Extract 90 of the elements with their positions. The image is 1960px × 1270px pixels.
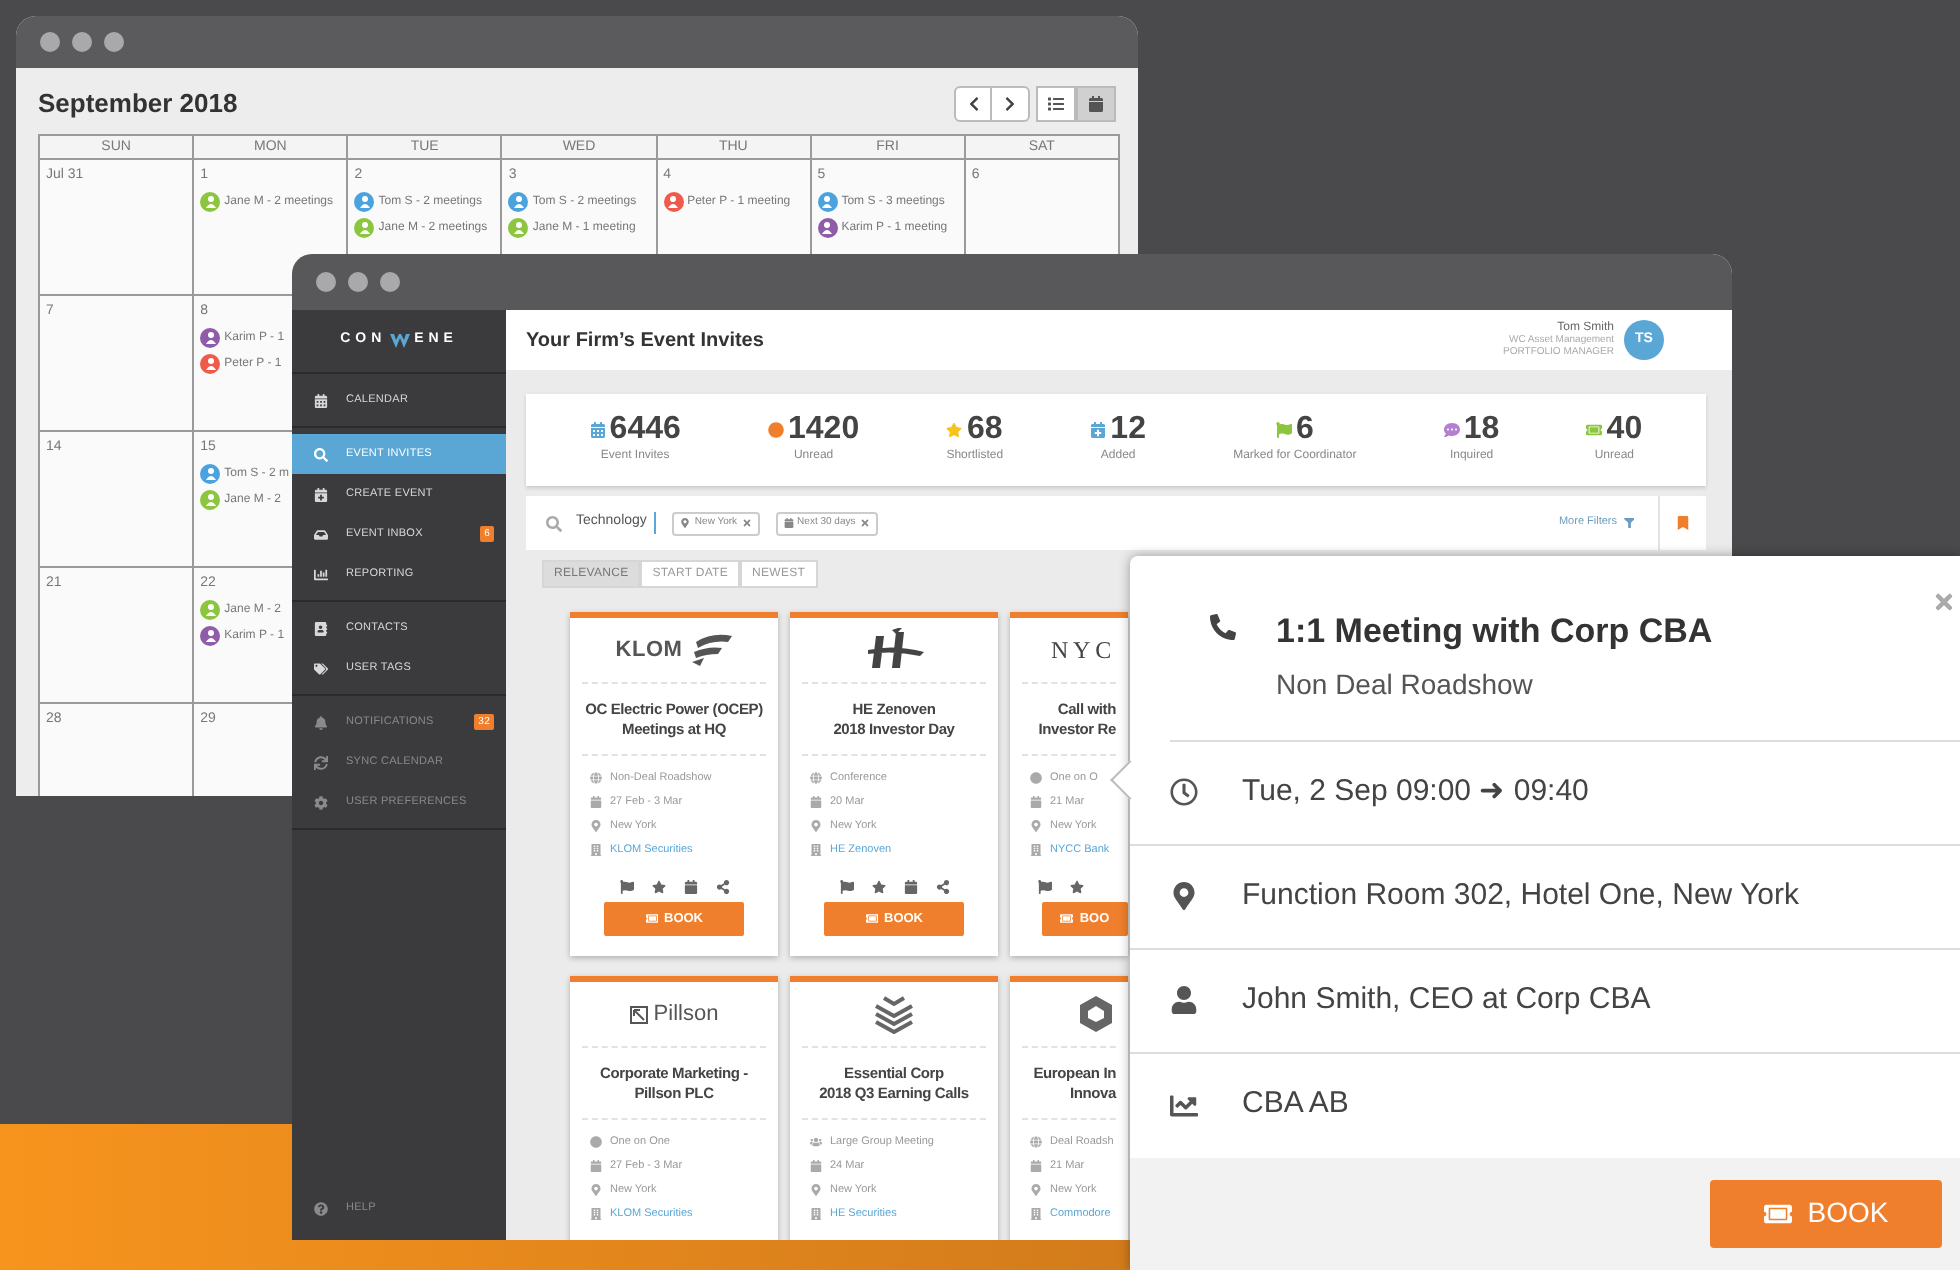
chevron-left-icon xyxy=(965,96,981,112)
list-icon xyxy=(1048,96,1064,112)
location-pin-icon xyxy=(810,1184,822,1196)
building-icon xyxy=(810,844,822,856)
person-icon xyxy=(1170,986,1198,1014)
ticket-icon xyxy=(865,912,878,926)
people-icon xyxy=(810,1136,822,1148)
company-logo: Pillson xyxy=(629,997,719,1031)
calendar-icon xyxy=(783,518,794,528)
building-icon xyxy=(1030,844,1042,856)
search-icon xyxy=(546,515,562,531)
location-pin-icon xyxy=(1030,820,1042,832)
stat-value: 12 xyxy=(1110,414,1146,446)
address-book-icon xyxy=(314,621,328,635)
event-company: CBA AB xyxy=(1242,1084,1349,1125)
calendar-icon xyxy=(1030,1160,1042,1172)
company-logo xyxy=(1076,994,1116,1034)
bell-icon xyxy=(314,715,328,729)
building-icon xyxy=(810,1208,822,1220)
star-icon xyxy=(871,880,885,894)
month-title: September 2018 xyxy=(38,85,238,122)
page-title: Your Firm’s Event Invites xyxy=(526,327,764,355)
calendar-icon xyxy=(810,1160,822,1172)
ticket-icon xyxy=(1763,1199,1792,1228)
stat-value: 1420 xyxy=(788,414,860,446)
list-view-button[interactable] xyxy=(1036,86,1076,122)
flag-icon xyxy=(619,880,633,894)
popover-title: 1:1 Meeting with Corp CBA xyxy=(1276,610,1713,654)
line-chart-icon xyxy=(1170,1091,1198,1119)
calendar-icon xyxy=(1088,96,1104,112)
star-icon xyxy=(651,880,665,894)
calendar-icon xyxy=(810,796,822,808)
company-logo: KLOM xyxy=(615,633,733,667)
stat-value: 68 xyxy=(966,414,1003,446)
location-pin-icon xyxy=(810,820,822,832)
calendar-icon xyxy=(1030,796,1042,808)
event-venue: Function Room 302, Hotel One, New York xyxy=(1242,875,1799,916)
settings-icon xyxy=(314,795,328,809)
bar-chart-icon xyxy=(314,567,328,581)
globe-icon xyxy=(1030,1136,1042,1148)
calendar-icon xyxy=(314,393,328,407)
book-button[interactable]: BOOK xyxy=(1710,1179,1942,1248)
share-icon xyxy=(935,880,949,894)
calendar-icon xyxy=(683,880,697,894)
search-icon xyxy=(314,447,328,461)
location-pin-icon xyxy=(1170,882,1198,910)
globe-icon xyxy=(590,772,602,784)
stat-value: 18 xyxy=(1463,414,1500,446)
building-icon xyxy=(590,844,602,856)
close-icon xyxy=(1932,590,1956,614)
inbox-icon xyxy=(314,527,328,541)
flag-icon xyxy=(839,880,853,894)
next-button[interactable] xyxy=(992,86,1030,122)
stat-value: 6 xyxy=(1295,414,1314,446)
calendar-plus-icon xyxy=(314,487,328,501)
building-icon xyxy=(590,1208,602,1220)
phone-icon xyxy=(1210,614,1236,640)
event-contact: John Smith, CEO at Corp CBA xyxy=(1242,979,1651,1020)
stat-value: 40 xyxy=(1606,414,1643,446)
calendar-icon xyxy=(590,796,602,808)
flag-icon xyxy=(1038,880,1052,894)
help-icon xyxy=(314,1201,328,1215)
company-logo: NYC xyxy=(1050,634,1116,668)
remove-icon xyxy=(741,518,752,528)
stat-value: 6446 xyxy=(609,414,681,446)
calendar-icon xyxy=(590,1160,602,1172)
ticket-icon xyxy=(645,912,658,926)
chevron-right-icon xyxy=(1002,96,1018,112)
location-pin-icon xyxy=(1030,1184,1042,1196)
remove-icon xyxy=(859,518,870,528)
share-icon xyxy=(715,880,729,894)
filter-icon xyxy=(1623,517,1634,529)
globe-icon xyxy=(810,772,822,784)
logo-mark xyxy=(390,334,411,348)
calendar-icon xyxy=(903,880,917,894)
popover-subtitle: Non Deal Roadshow xyxy=(1276,665,1535,703)
location-pin-icon xyxy=(680,518,691,528)
previous-button[interactable] xyxy=(954,86,992,122)
company-logo xyxy=(872,994,916,1034)
ticket-icon xyxy=(1060,912,1074,926)
bookmark-icon xyxy=(1676,516,1690,530)
location-pin-icon xyxy=(590,1184,602,1196)
tags-icon xyxy=(314,661,328,675)
sync-icon xyxy=(314,755,328,769)
building-icon xyxy=(1030,1208,1042,1220)
event-time: Tue, 2 Sep 09:00 ➜ 09:40 xyxy=(1242,771,1589,812)
clock-icon xyxy=(1170,778,1198,806)
calendar-view-button[interactable] xyxy=(1076,86,1116,122)
location-pin-icon xyxy=(590,820,602,832)
star-icon xyxy=(1070,880,1084,894)
